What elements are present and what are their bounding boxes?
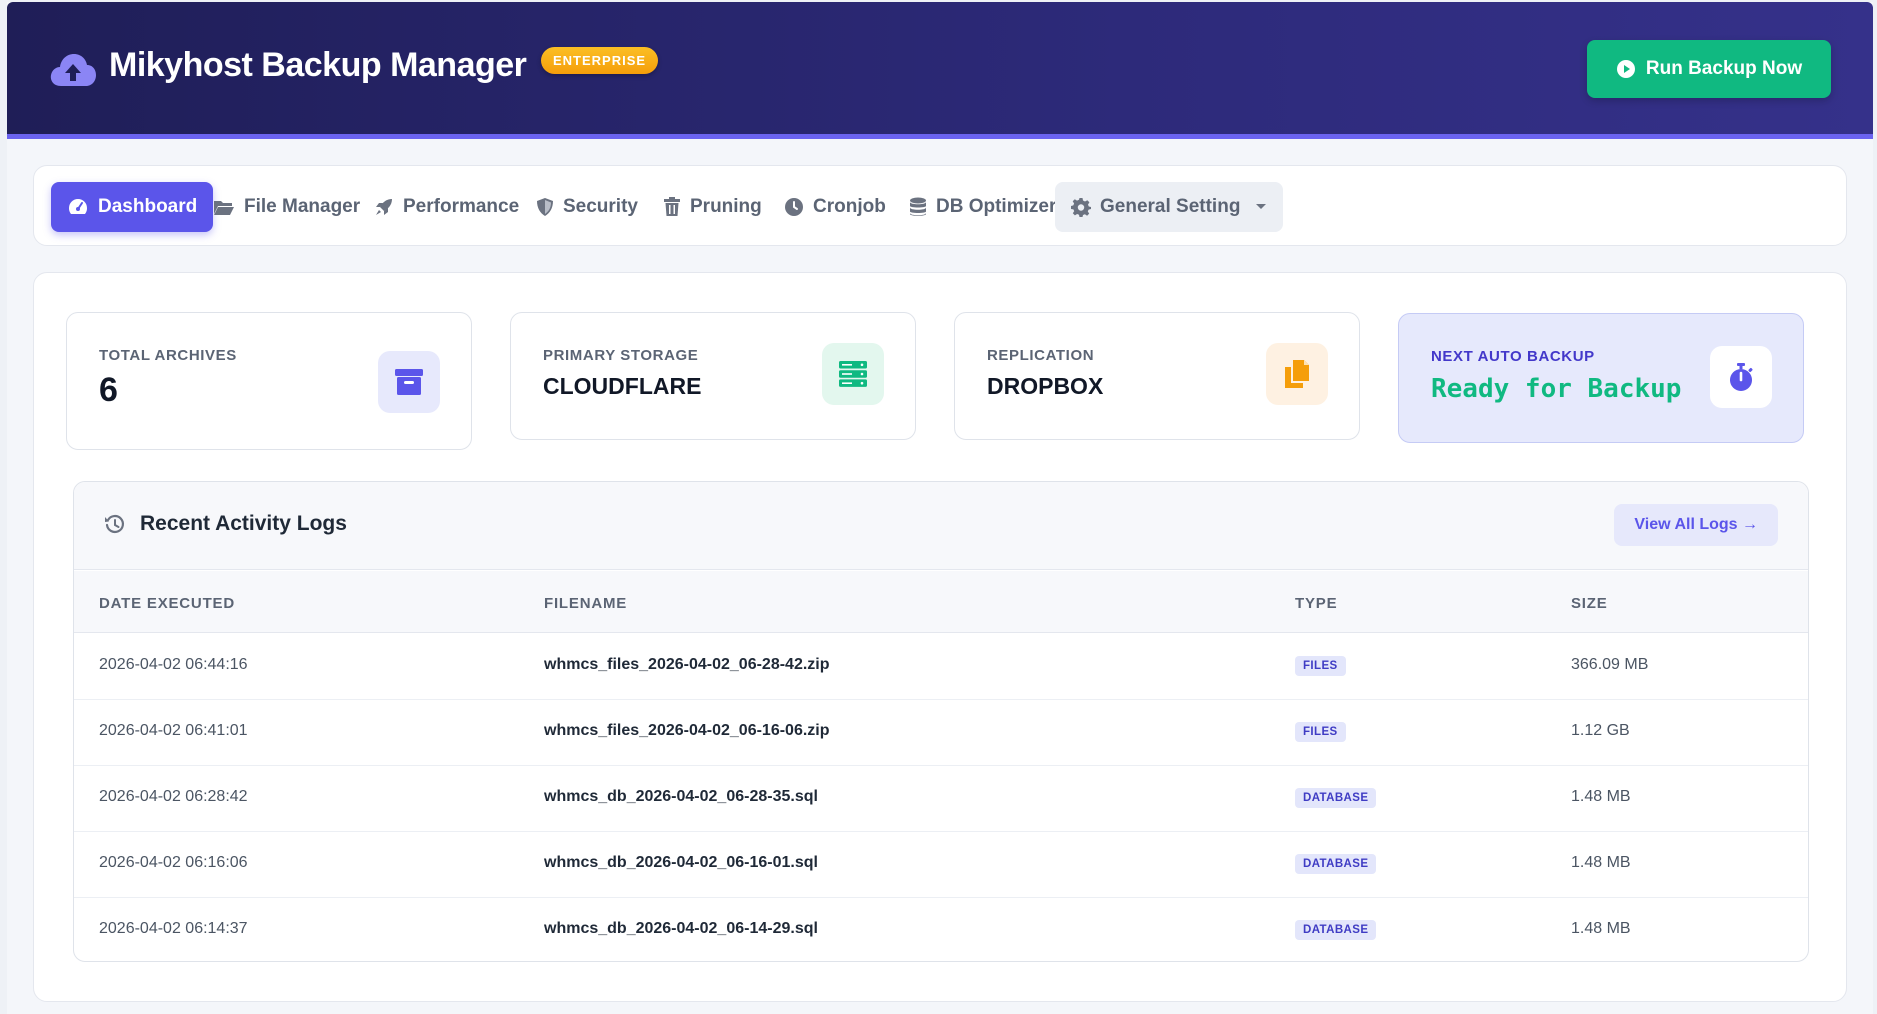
clock-icon [785,198,803,216]
stat-value: Ready for Backup [1431,374,1682,404]
run-backup-button[interactable]: Run Backup Now [1587,40,1831,98]
app-window: Mikyhost Backup Manager ENTERPRISE Run B… [7,2,1873,1014]
tab-label: Performance [403,196,520,217]
tab-file-manager[interactable]: File Manager [197,182,376,232]
stat-card-primary-storage: PRIMARY STORAGE CLOUDFLARE [510,312,916,440]
app-title: Mikyhost Backup Manager [109,46,527,84]
rocket-icon [376,199,392,215]
type-badge: DATABASE [1295,788,1377,808]
run-backup-label: Run Backup Now [1645,58,1803,79]
tab-label: File Manager [244,196,361,217]
tab-performance[interactable]: Performance [358,182,535,232]
cell-size: 366.09 MB [1571,656,1649,673]
activity-logs: Recent Activity Logs View All Logs → DAT… [73,481,1809,962]
server-icon [822,343,884,405]
logs-title: Recent Activity Logs [140,512,347,535]
stat-value: 6 [99,371,118,409]
column-header-filename[interactable]: FILENAME [544,595,627,612]
stat-label: NEXT AUTO BACKUP [1431,348,1595,365]
cloud-upload-icon [50,54,96,86]
cell-filename: whmcs_files_2026-04-02_06-16-06.zip [544,722,830,739]
stat-value: CLOUDFLARE [543,373,702,399]
cell-date: 2026-04-02 06:14:37 [99,920,248,937]
type-badge: DATABASE [1295,920,1377,940]
table-header: DATE EXECUTED FILENAME TYPE SIZE [74,571,1808,633]
tab-cronjob[interactable]: Cronjob [768,182,902,232]
table-row: 2026-04-02 06:44:16 whmcs_files_2026-04-… [74,634,1808,700]
view-all-logs-button[interactable]: View All Logs → [1614,504,1778,546]
cell-date: 2026-04-02 06:41:01 [99,722,248,739]
history-icon [105,514,125,534]
cell-size: 1.48 MB [1571,920,1631,937]
gear-icon [1071,198,1091,217]
play-circle-icon [1616,60,1635,78]
stat-label: PRIMARY STORAGE [543,347,699,364]
table-row: 2026-04-02 06:28:42 whmcs_db_2026-04-02_… [74,766,1808,832]
column-header-date[interactable]: DATE EXECUTED [99,595,235,612]
stat-card-next-auto-backup: NEXT AUTO BACKUP Ready for Backup [1398,313,1804,443]
main-nav: Dashboard File Manager Performance Secur… [33,165,1847,246]
table-row: 2026-04-02 06:41:01 whmcs_files_2026-04-… [74,700,1808,766]
table-row: 2026-04-02 06:14:37 whmcs_db_2026-04-02_… [74,898,1808,961]
cell-filename: whmcs_db_2026-04-02_06-14-29.sql [544,920,818,937]
column-header-size[interactable]: SIZE [1571,595,1608,612]
caret-down-icon [1256,204,1267,209]
tab-general-setting[interactable]: General Setting [1055,182,1284,232]
shield-icon [537,198,553,216]
stat-card-replication: REPLICATION DROPBOX [954,312,1360,440]
cell-filename: whmcs_files_2026-04-02_06-28-42.zip [544,656,830,673]
app-header: Mikyhost Backup Manager ENTERPRISE Run B… [7,2,1873,139]
tab-label: Pruning [690,196,762,217]
tab-label: Cronjob [813,196,886,217]
trash-icon [664,197,680,216]
cell-size: 1.48 MB [1571,854,1631,871]
stopwatch-icon [1710,346,1772,408]
stat-card-total-archives: TOTAL ARCHIVES 6 [66,312,472,450]
stat-label: REPLICATION [987,347,1095,364]
copy-icon [1266,343,1328,405]
cell-date: 2026-04-02 06:44:16 [99,656,248,673]
tab-label: General Setting [1100,196,1241,217]
cell-size: 1.12 GB [1571,722,1630,739]
gauge-icon [68,199,88,214]
tab-db-optimizer[interactable]: DB Optimizer [893,182,1072,232]
logs-header: Recent Activity Logs View All Logs → [74,482,1808,570]
cell-date: 2026-04-02 06:16:06 [99,854,248,871]
cell-filename: whmcs_db_2026-04-02_06-16-01.sql [544,854,818,871]
table-row: 2026-04-02 06:16:06 whmcs_db_2026-04-02_… [74,832,1808,898]
archive-box-icon [378,351,440,413]
type-badge: FILES [1295,656,1346,676]
cell-filename: whmcs_db_2026-04-02_06-28-35.sql [544,788,818,805]
enterprise-badge: ENTERPRISE [541,47,659,74]
stat-label: TOTAL ARCHIVES [99,347,237,364]
cell-size: 1.48 MB [1571,788,1631,805]
column-header-type[interactable]: TYPE [1295,595,1337,612]
stat-value: DROPBOX [987,373,1104,399]
tab-pruning[interactable]: Pruning [647,182,778,232]
type-badge: FILES [1295,722,1346,742]
dashboard-panel: TOTAL ARCHIVES 6 PRIMARY STORAGE CLOUDFL… [33,272,1847,1002]
tab-label: Security [563,196,638,217]
cell-date: 2026-04-02 06:28:42 [99,788,248,805]
folder-open-icon [214,201,234,215]
tab-label: Dashboard [98,196,198,217]
tab-label: DB Optimizer [936,196,1057,217]
tab-dashboard[interactable]: Dashboard [51,182,214,232]
database-icon [910,197,926,216]
type-badge: DATABASE [1295,854,1377,874]
tab-security[interactable]: Security [520,182,654,232]
